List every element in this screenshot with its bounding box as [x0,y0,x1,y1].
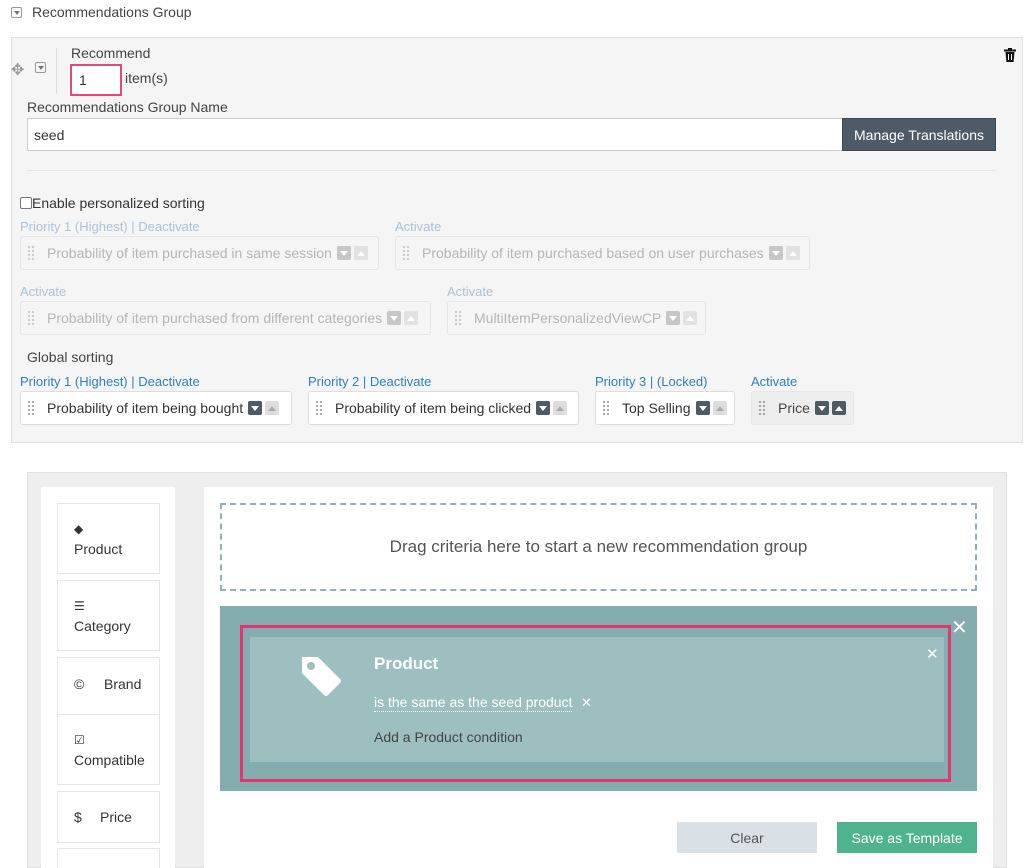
tag-icon [302,657,341,696]
criteria-label: Price [100,809,132,825]
group-name-label: Recommendations Group Name [27,99,228,115]
personalized-sort-item[interactable]: Probability of item purchased in same se… [20,236,379,270]
drag-handle-icon[interactable] [27,245,35,261]
personalized-sorting-label: Enable personalized sorting [32,195,205,211]
drag-handle-icon[interactable] [602,400,610,416]
sort-item-label: MultiItemPersonalizedViewCP [474,310,662,326]
sort-item-label: Probability of item being clicked [335,400,532,416]
move-down-icon[interactable] [666,311,681,325]
remove-criteria-icon[interactable]: ✕ [926,645,939,663]
checkbox-icon: ☑ [74,733,85,747]
chevron-down-icon[interactable] [35,62,46,73]
global-priority-label: Priority 3 | (Locked) [595,374,708,389]
sort-item-label: Top Selling [622,400,691,416]
global-priority-label: Priority 2 | Deactivate [308,374,432,389]
tag-icon: ◆ [74,522,84,536]
highlight-box [240,625,951,782]
personalized-sort-item[interactable]: Probability of item purchased from diffe… [20,301,431,335]
move-icon[interactable]: ✥ [11,60,24,80]
move-down-icon[interactable] [536,401,551,415]
clear-button[interactable]: Clear [677,822,817,853]
criteria-item-more[interactable] [57,848,160,868]
move-up-icon[interactable] [712,401,727,415]
divider [27,170,996,171]
quantity-unit: item(s) [125,70,168,86]
copyright-icon: © [74,676,85,692]
personalized-activate-link[interactable]: Activate [447,284,493,299]
criteria-card-title: Product [374,654,439,673]
criteria-label: Product [74,541,123,557]
trash-icon[interactable] [1004,48,1016,62]
deactivate-link[interactable]: Deactivate [138,374,199,389]
personalized-sorting-checkbox[interactable] [20,197,32,209]
global-sort-item[interactable]: Probability of item being clicked [308,391,579,425]
global-sort-item[interactable]: Top Selling [595,391,735,425]
drag-handle-icon[interactable] [27,400,35,416]
save-template-button[interactable]: Save as Template [837,822,977,853]
global-sorting-title: Global sorting [27,349,114,365]
section-title: Recommendations Group [32,4,192,20]
move-down-icon[interactable] [336,246,351,260]
move-down-icon[interactable] [387,311,402,325]
move-up-icon[interactable] [683,311,698,325]
criteria-label: Compatible [74,752,145,768]
condition-link[interactable]: is the same as the seed product [374,694,573,712]
personalized-activate-link[interactable]: Activate [395,219,441,234]
global-priority-label: Priority 1 (Highest) | Deactivate [20,374,200,389]
move-up-icon[interactable] [265,401,280,415]
sort-item-label: Price [778,400,810,416]
sort-item-label: Probability of item purchased based on u… [422,245,764,261]
criteria-item-compatible[interactable]: ☑ Compatible [57,714,160,785]
sort-item-label: Probability of item being bought [47,400,244,416]
locked-label: (Locked) [656,374,708,389]
drag-handle-icon[interactable] [758,400,766,416]
sort-item-label: Probability of item purchased from diffe… [47,310,383,326]
criteria-item-price[interactable]: $ Price [57,791,160,843]
drop-zone[interactable]: Drag criteria here to start a new recomm… [220,503,977,591]
dollar-icon: $ [74,809,82,825]
remove-condition-icon[interactable]: ✕ [581,695,592,711]
add-condition-link[interactable]: Add a Product condition [374,729,523,745]
drag-handle-icon[interactable] [27,310,35,326]
global-sort-item[interactable]: Price [751,391,854,425]
criteria-item-product[interactable]: ◆ Product [57,503,160,574]
priority-label: Priority 3 [595,374,647,389]
move-down-icon[interactable] [768,246,783,260]
quantity-input[interactable]: 1 [70,64,122,96]
move-down-icon[interactable] [248,401,263,415]
recommend-label: Recommend [71,45,151,61]
move-up-icon[interactable] [831,401,846,415]
global-activate-link[interactable]: Activate [751,374,797,389]
divider [56,48,57,94]
priority-label: Priority 1 (Highest) [20,374,128,389]
sort-item-label: Probability of item purchased in same se… [47,245,332,261]
group-name-input[interactable]: seed [27,118,843,151]
move-up-icon[interactable] [404,311,419,325]
manage-translations-button[interactable]: Manage Translations [842,118,996,151]
move-up-icon[interactable] [785,246,800,260]
personalized-sort-item[interactable]: Probability of item purchased based on u… [395,236,810,270]
move-down-icon[interactable] [814,401,829,415]
personalized-priority-label[interactable]: Priority 1 (Highest) | Deactivate [20,219,200,234]
move-up-icon[interactable] [353,246,368,260]
criteria-label: Category [74,618,131,634]
list-icon: ☰ [74,599,85,613]
drag-handle-icon[interactable] [315,400,323,416]
move-down-icon[interactable] [695,401,710,415]
criteria-item-category[interactable]: ☰ Category [57,580,160,651]
priority-label: Priority 2 [308,374,360,389]
global-sort-item[interactable]: Probability of item being bought [20,391,292,425]
collapse-group-icon[interactable] [11,7,22,18]
remove-group-icon[interactable]: ✕ [951,615,968,640]
criteria-label: Brand [104,676,142,692]
deactivate-link[interactable]: Deactivate [370,374,431,389]
drag-handle-icon[interactable] [402,245,410,261]
personalized-activate-link[interactable]: Activate [20,284,66,299]
drag-handle-icon[interactable] [454,310,462,326]
move-up-icon[interactable] [553,401,568,415]
personalized-sort-item[interactable]: MultiItemPersonalizedViewCP [447,301,706,335]
